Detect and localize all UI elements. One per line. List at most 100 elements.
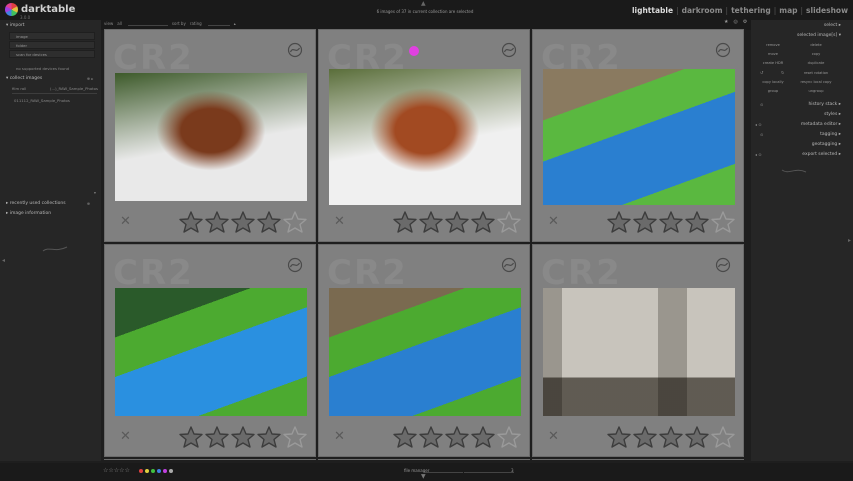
star-4-icon[interactable] <box>471 426 495 448</box>
color-label-dot[interactable] <box>157 469 161 473</box>
star-3-icon[interactable] <box>231 211 255 233</box>
collect-images-header[interactable]: ▾ collect images <box>6 76 42 81</box>
star-3-icon[interactable] <box>659 211 683 233</box>
star-1-icon[interactable] <box>607 211 631 233</box>
reject-icon[interactable]: ✕ <box>548 214 559 229</box>
rotate-cw-icon[interactable]: ↻ <box>781 70 784 75</box>
grouping-icon[interactable]: ◎ <box>733 19 737 25</box>
group-button[interactable]: group <box>753 88 793 95</box>
thumbnail-cell-waterslide-woman-tube[interactable]: CR2 ✕ <box>104 244 316 457</box>
star-5-icon[interactable] <box>711 211 735 233</box>
collect-options-icon[interactable]: ⊕ ▸ <box>87 76 93 81</box>
view-slideshow[interactable]: slideshow <box>806 6 848 15</box>
reject-icon[interactable]: ✕ <box>120 214 131 229</box>
star-4-icon[interactable] <box>471 211 495 233</box>
thumbnail-cell-partial[interactable] <box>318 459 530 460</box>
tagging-header[interactable]: tagging ▸ <box>820 132 841 137</box>
sort-value[interactable]: rating <box>190 21 202 26</box>
star-1-icon[interactable] <box>179 211 203 233</box>
thumbnail-image-waterslide-man-camera[interactable] <box>329 288 521 416</box>
zoom-slider[interactable] <box>464 472 514 473</box>
left-panel-toggle-icon[interactable]: ◂ <box>2 257 5 264</box>
star-4-icon[interactable] <box>257 426 281 448</box>
reject-icon[interactable]: ✕ <box>334 429 345 444</box>
color-label-dot[interactable] <box>163 469 167 473</box>
export-selected-header[interactable]: export selected ▸ <box>802 152 841 157</box>
ungroup-button[interactable]: ungroup <box>796 88 836 95</box>
star-2-icon[interactable] <box>419 211 443 233</box>
history-stack-header[interactable]: history stack ▸ <box>808 102 841 107</box>
thumbnail-image-red-panda-looking-up[interactable] <box>329 69 521 205</box>
import-folder-button[interactable]: folder <box>9 41 95 49</box>
thumbnail-cell-waterslide-man-camera[interactable]: CR2 ✕ <box>318 244 530 457</box>
view-tethering[interactable]: tethering <box>731 6 771 15</box>
right-panel-toggle-icon[interactable]: ▸ <box>848 237 851 244</box>
selected-images-header[interactable]: selected image[s] ▾ <box>797 33 841 38</box>
move-button[interactable]: move <box>753 51 793 58</box>
star-2-icon[interactable] <box>633 211 657 233</box>
bottom-panel-toggle-icon[interactable]: ▼ <box>421 473 426 480</box>
star-5-icon[interactable] <box>711 426 735 448</box>
star-1-icon[interactable] <box>607 426 631 448</box>
thumbnail-image-waterslide-two-riders[interactable] <box>543 69 735 205</box>
star-3-icon[interactable] <box>231 426 255 448</box>
copy-locally-button[interactable]: copy locally <box>753 79 793 86</box>
geotagging-header[interactable]: geotagging ▸ <box>812 142 841 147</box>
collect-rule-type[interactable]: film roll <box>12 86 26 91</box>
star-5-icon[interactable] <box>283 211 307 233</box>
view-lighttable[interactable]: lighttable <box>632 6 673 15</box>
color-label-dot[interactable] <box>151 469 155 473</box>
thumbnail-cell-red-panda-looking-up[interactable]: CR2 ✕ <box>318 29 530 242</box>
star-4-icon[interactable] <box>685 211 709 233</box>
star-1-icon[interactable] <box>179 426 203 448</box>
view-map[interactable]: map <box>779 6 797 15</box>
resync-local-copy-button[interactable]: resync local copy <box>796 79 836 86</box>
import-image-button[interactable]: image <box>9 32 95 40</box>
delete-button[interactable]: delete <box>796 42 836 49</box>
sort-direction-icon[interactable]: ▴ <box>234 21 236 26</box>
collect-result-item[interactable]: 011112_RAW_Sample_Photos <box>14 98 70 103</box>
remove-button[interactable]: remove <box>753 42 793 49</box>
rotate-ccw-icon[interactable]: ↺ <box>760 70 763 75</box>
create-hdr-button[interactable]: create HDR <box>753 60 793 67</box>
star-2-icon[interactable] <box>633 426 657 448</box>
reject-icon[interactable]: ✕ <box>334 214 345 229</box>
star-rating-filter[interactable]: ☆☆☆☆☆ <box>103 467 130 474</box>
altered-history-icon[interactable] <box>715 42 731 58</box>
top-panel-toggle-icon[interactable]: ▲ <box>421 0 426 7</box>
thumbnail-cell-red-panda-eating-branches[interactable]: CR2 ✕ <box>104 29 316 242</box>
duplicate-button[interactable]: duplicate <box>796 60 836 67</box>
altered-history-icon[interactable] <box>287 42 303 58</box>
star-3-icon[interactable] <box>659 426 683 448</box>
reset-rotation-button[interactable]: reset rotation <box>796 70 836 77</box>
zoom-value[interactable]: 3 <box>511 468 514 473</box>
recent-options-icon[interactable]: ⊕ <box>87 201 90 206</box>
view-filter-dropdown[interactable] <box>127 20 168 26</box>
scan-devices-button[interactable]: scan for devices <box>9 50 95 58</box>
collect-scrollbar[interactable]: ▾ <box>94 190 96 195</box>
color-label-dot[interactable] <box>169 469 173 473</box>
star-2-icon[interactable] <box>205 426 229 448</box>
altered-history-icon[interactable] <box>287 257 303 273</box>
star-1-icon[interactable] <box>393 426 417 448</box>
export-presets-icon[interactable]: ◂ ⊙ <box>755 152 762 157</box>
collect-rule-selector[interactable]: film roll (...)_RAW_Sample_Photos <box>12 86 98 94</box>
star-2-icon[interactable] <box>205 211 229 233</box>
star-3-icon[interactable] <box>445 211 469 233</box>
import-module-header[interactable]: ▾ import <box>6 23 25 28</box>
altered-history-icon[interactable] <box>715 257 731 273</box>
view-darkroom[interactable]: darkroom <box>682 6 723 15</box>
lighttable-grid[interactable]: CR2 ✕ CR2 ✕ CR2 ✕ CR2 ✕ CR2 ✕ CR2 ✕ <box>104 29 746 460</box>
thumbnail-image-red-panda-eating-branches[interactable] <box>115 73 307 201</box>
recent-collections-header[interactable]: ▸ recently used collections <box>6 201 66 206</box>
star-4-icon[interactable] <box>257 211 281 233</box>
star-2-icon[interactable] <box>419 426 443 448</box>
view-filter-value[interactable]: all <box>117 21 122 26</box>
styles-header[interactable]: styles ▸ <box>824 112 841 117</box>
thumbnail-cell-partial[interactable] <box>532 459 744 460</box>
altered-history-icon[interactable] <box>501 257 517 273</box>
altered-history-icon[interactable] <box>501 42 517 58</box>
copy-button[interactable]: copy <box>796 51 836 58</box>
layout-dropdown[interactable] <box>425 472 463 473</box>
select-module-header[interactable]: select ▸ <box>824 23 841 28</box>
